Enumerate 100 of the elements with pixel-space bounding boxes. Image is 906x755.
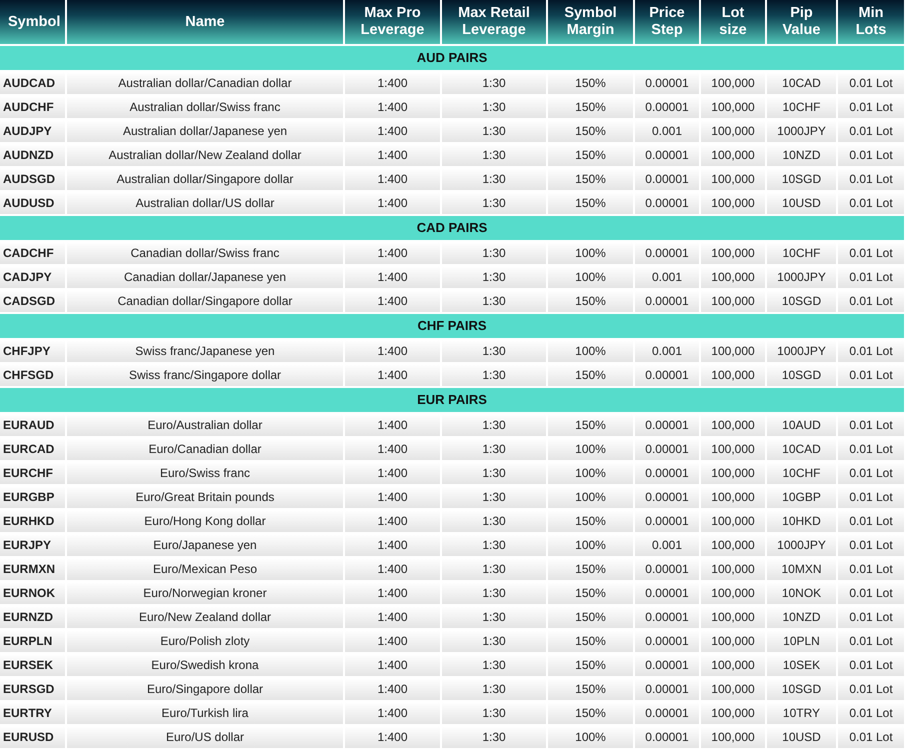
column-header: Name	[67, 0, 343, 44]
symbol-cell: CHFSGD	[0, 364, 65, 386]
table-cell: 1:400	[345, 192, 440, 214]
table-cell: 1:30	[442, 290, 546, 312]
table-cell: 1:30	[442, 72, 546, 94]
table-cell: 1000JPY	[767, 266, 836, 288]
table-cell: 150%	[548, 414, 633, 436]
table-cell: 0.00001	[635, 630, 699, 652]
table-cell: 150%	[548, 654, 633, 676]
table-cell: 1:30	[442, 582, 546, 604]
table-cell: 0.00001	[635, 168, 699, 190]
table-cell: 0.00001	[635, 144, 699, 166]
column-header: Max Pro Leverage	[345, 0, 440, 44]
table-cell: 150%	[548, 144, 633, 166]
table-cell: 0.01 Lot	[838, 510, 904, 532]
table-cell: 10CAD	[767, 438, 836, 460]
table-cell: 1:30	[442, 120, 546, 142]
table-cell: 1:30	[442, 534, 546, 556]
table-cell: 100,000	[701, 678, 765, 700]
table-cell: 0.01 Lot	[838, 144, 904, 166]
table-cell: Australian dollar/US dollar	[67, 192, 343, 214]
table-cell: 1:30	[442, 510, 546, 532]
table-cell: 0.01 Lot	[838, 702, 904, 724]
table-cell: 0.01 Lot	[838, 266, 904, 288]
table-cell: 1:400	[345, 266, 440, 288]
column-header: Symbol Margin	[548, 0, 633, 44]
symbol-cell: CADJPY	[0, 266, 65, 288]
table-cell: 1:30	[442, 438, 546, 460]
table-cell: Euro/New Zealand dollar	[67, 606, 343, 628]
table-cell: 100,000	[701, 726, 765, 748]
table-cell: 150%	[548, 192, 633, 214]
group-header: EUR PAIRS	[0, 388, 904, 412]
table-cell: 150%	[548, 120, 633, 142]
symbol-cell: EURNOK	[0, 582, 65, 604]
table-cell: Euro/Hong Kong dollar	[67, 510, 343, 532]
symbol-cell: EURCAD	[0, 438, 65, 460]
table-cell: 1:30	[442, 654, 546, 676]
table-cell: 100,000	[701, 534, 765, 556]
table-cell: 10SGD	[767, 290, 836, 312]
symbol-cell: EURCHF	[0, 462, 65, 484]
table-cell: 0.01 Lot	[838, 678, 904, 700]
table-cell: 1:30	[442, 486, 546, 508]
table-cell: 1:400	[345, 120, 440, 142]
table-cell: Euro/Great Britain pounds	[67, 486, 343, 508]
table-cell: 1:30	[442, 606, 546, 628]
table-cell: 0.01 Lot	[838, 558, 904, 580]
table-cell: 150%	[548, 364, 633, 386]
table-cell: 100,000	[701, 290, 765, 312]
table-cell: 150%	[548, 168, 633, 190]
table-cell: 100,000	[701, 510, 765, 532]
table-cell: 1000JPY	[767, 340, 836, 362]
table-cell: Euro/Canadian dollar	[67, 438, 343, 460]
table-cell: 0.01 Lot	[838, 462, 904, 484]
table-cell: 100,000	[701, 120, 765, 142]
table-cell: 100%	[548, 462, 633, 484]
table-cell: 10CHF	[767, 96, 836, 118]
table-cell: 100,000	[701, 144, 765, 166]
table-cell: Australian dollar/Swiss franc	[67, 96, 343, 118]
symbol-cell: CADSGD	[0, 290, 65, 312]
table-cell: 150%	[548, 290, 633, 312]
table-cell: 10NZD	[767, 606, 836, 628]
table-cell: Australian dollar/Japanese yen	[67, 120, 343, 142]
table-cell: 0.00001	[635, 510, 699, 532]
column-header: Lot size	[701, 0, 765, 44]
table-cell: 0.01 Lot	[838, 120, 904, 142]
table-cell: 0.01 Lot	[838, 654, 904, 676]
table-cell: 0.01 Lot	[838, 168, 904, 190]
table-cell: 100,000	[701, 340, 765, 362]
symbol-cell: EURMXN	[0, 558, 65, 580]
table-cell: 0.00001	[635, 726, 699, 748]
table-cell: 0.001	[635, 340, 699, 362]
table-cell: Euro/Polish zloty	[67, 630, 343, 652]
table-cell: 10HKD	[767, 510, 836, 532]
table-cell: 0.00001	[635, 290, 699, 312]
table-cell: 10CHF	[767, 242, 836, 264]
table-cell: 1:400	[345, 702, 440, 724]
table-cell: 150%	[548, 72, 633, 94]
symbol-cell: EURHKD	[0, 510, 65, 532]
table-cell: 0.01 Lot	[838, 290, 904, 312]
table-cell: 0.01 Lot	[838, 192, 904, 214]
symbol-cell: AUDJPY	[0, 120, 65, 142]
table-cell: 100,000	[701, 266, 765, 288]
table-cell: 1:400	[345, 606, 440, 628]
table-cell: 1000JPY	[767, 534, 836, 556]
table-cell: 100%	[548, 486, 633, 508]
table-cell: 1:30	[442, 414, 546, 436]
symbol-cell: AUDCAD	[0, 72, 65, 94]
table-cell: 150%	[548, 582, 633, 604]
table-cell: 150%	[548, 96, 633, 118]
table-cell: 150%	[548, 510, 633, 532]
table-cell: 0.00001	[635, 438, 699, 460]
table-cell: 1:30	[442, 96, 546, 118]
table-cell: 100%	[548, 534, 633, 556]
table-cell: 1:30	[442, 266, 546, 288]
table-cell: 0.00001	[635, 364, 699, 386]
table-cell: 100,000	[701, 192, 765, 214]
table-cell: 150%	[548, 558, 633, 580]
symbol-cell: CHFJPY	[0, 340, 65, 362]
table-cell: Euro/Singapore dollar	[67, 678, 343, 700]
table-cell: 0.01 Lot	[838, 414, 904, 436]
